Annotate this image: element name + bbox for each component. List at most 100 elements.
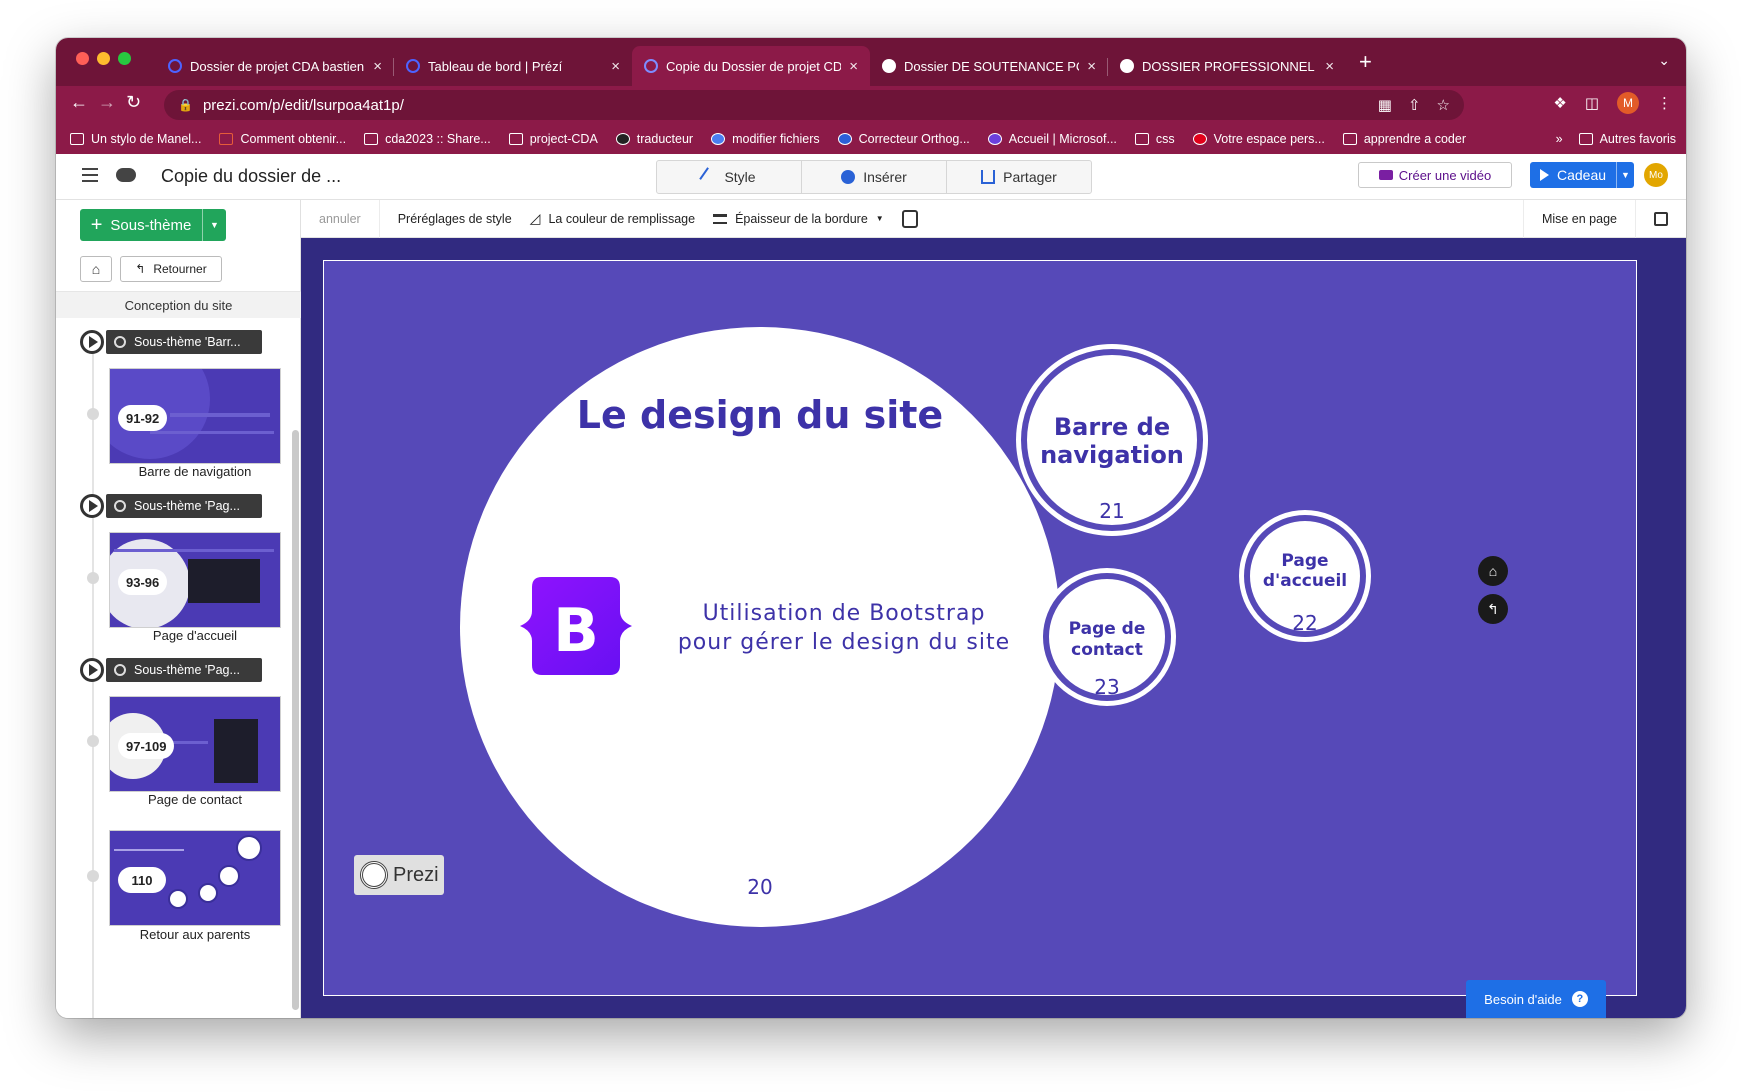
topic-page-contact[interactable]: Page de contact 23 xyxy=(1043,573,1171,701)
style-button[interactable]: Style xyxy=(657,161,802,193)
minimize-window-button[interactable] xyxy=(97,52,110,65)
slide-thumbnail[interactable]: 93-96 xyxy=(109,532,281,628)
bookmark-folder[interactable]: project-CDA xyxy=(508,132,598,146)
add-subtopic-button[interactable]: + Sous-thème ▼ xyxy=(80,209,226,241)
create-video-button[interactable]: Créer une vidéo xyxy=(1358,162,1512,188)
browser-tab[interactable]: Tableau de bord | Prézí × xyxy=(394,46,632,86)
gift-button[interactable]: Cadeau ▼ xyxy=(1530,162,1634,188)
bookmark-folder[interactable]: css xyxy=(1134,132,1175,146)
share-button[interactable]: Partager xyxy=(947,161,1091,193)
url-bar[interactable]: 🔒 prezi.com/p/edit/lsurpoa4at1p/ ▦ ⇧ ☆ xyxy=(164,90,1464,120)
notes-button[interactable] xyxy=(1636,200,1686,238)
topic-barre-navigation[interactable]: Barre de navigation 21 xyxy=(1021,349,1203,531)
close-tab-icon[interactable]: × xyxy=(373,58,382,75)
editor-canvas[interactable]: Le design du site B Utilisation de Boots… xyxy=(301,238,1686,1018)
bookmark-item[interactable]: Accueil | Microsof... xyxy=(987,132,1117,146)
slide-title[interactable]: Le design du site xyxy=(560,393,960,437)
extensions-puzzle-icon[interactable]: ❖ xyxy=(1553,94,1566,112)
topic-title: Barre de navigation xyxy=(1040,413,1184,469)
slide-body-text[interactable]: Utilisation de Bootstrap pour gérer le d… xyxy=(664,599,1024,657)
close-tab-icon[interactable]: × xyxy=(1325,58,1334,75)
help-button[interactable]: Besoin d'aide ? xyxy=(1466,980,1606,1018)
play-icon[interactable] xyxy=(80,658,104,682)
browser-tab[interactable]: DOSSIER PROFESSIONNEL (DP × xyxy=(1108,46,1346,86)
profile-avatar[interactable]: M xyxy=(1617,92,1639,114)
bootstrap-logo-icon[interactable]: B xyxy=(514,577,638,675)
bookmark-item[interactable]: cda2023 :: Share... xyxy=(364,132,491,146)
terminal-icon xyxy=(364,133,379,145)
forward-arrow-icon[interactable]: → xyxy=(98,92,116,113)
shape-button[interactable] xyxy=(901,200,936,238)
close-tab-icon[interactable]: × xyxy=(849,58,858,75)
thumbnail-label: Page d'accueil xyxy=(152,628,238,643)
style-presets-button[interactable]: Préréglages de style xyxy=(380,200,530,238)
back-arrow-icon[interactable]: ← xyxy=(70,92,88,113)
bookmark-star-icon[interactable]: ☆ xyxy=(1437,96,1450,114)
document-title[interactable]: Copie du dossier de ... xyxy=(161,166,341,187)
user-avatar[interactable]: Mo xyxy=(1644,163,1668,187)
browser-tab[interactable]: Dossier de projet CDA bastien × xyxy=(156,46,394,86)
fill-color-button[interactable]: ◿ La couleur de remplissage xyxy=(530,200,713,238)
folder-icon xyxy=(1578,133,1593,145)
share-icon[interactable]: ⇧ xyxy=(1408,96,1421,114)
bookmark-item[interactable]: modifier fichiers xyxy=(711,132,820,146)
close-tab-icon[interactable]: × xyxy=(1087,58,1096,75)
subtopic-icon xyxy=(114,500,126,512)
close-tab-icon[interactable]: × xyxy=(611,58,620,75)
translate-icon[interactable]: ▦ xyxy=(1378,96,1392,114)
bookmark-item[interactable]: Correcteur Orthog... xyxy=(837,132,970,146)
other-bookmarks-folder[interactable]: Autres favoris xyxy=(1578,132,1676,146)
prezi-favicon-icon xyxy=(168,59,182,73)
reload-icon[interactable]: ↻ xyxy=(126,92,141,113)
slide-range-badge: 93-96 xyxy=(118,569,168,595)
slide-thumbnail[interactable]: 110 xyxy=(109,830,281,926)
home-button[interactable]: ⌂ xyxy=(80,256,112,282)
subtopic-tag[interactable]: Sous-thème 'Pag... xyxy=(106,494,262,518)
bookmark-item[interactable]: Comment obtenir... xyxy=(219,132,346,146)
chevron-down-icon[interactable]: ▼ xyxy=(1616,162,1634,188)
browser-menu-icon[interactable]: ⋮ xyxy=(1657,94,1672,112)
subtopic-tag[interactable]: Sous-thème 'Pag... xyxy=(106,658,262,682)
bookmark-item[interactable]: traducteur xyxy=(615,132,693,146)
play-icon[interactable] xyxy=(80,494,104,518)
bookmark-site-icon xyxy=(837,133,852,145)
browser-window: Dossier de projet CDA bastien × Tableau … xyxy=(56,38,1686,1018)
bookmark-item[interactable]: Votre espace pers... xyxy=(1192,132,1325,146)
back-button[interactable]: ↰ Retourner xyxy=(120,256,222,282)
bookmarks-overflow-button[interactable]: » xyxy=(1556,132,1563,146)
bookmark-folder[interactable]: apprendre a coder xyxy=(1342,132,1466,146)
topic-number: 23 xyxy=(1094,675,1120,699)
bookmark-item[interactable]: Un stylo de Manel... xyxy=(70,132,201,146)
sidebar-scrollbar[interactable] xyxy=(292,430,299,1010)
canvas-back-button[interactable]: ↰ xyxy=(1478,594,1508,624)
globe-icon xyxy=(882,59,896,73)
insert-button[interactable]: Insérer xyxy=(802,161,947,193)
slide-thumbnail[interactable]: 91-92 xyxy=(109,368,281,464)
browser-tab-active[interactable]: Copie du Dossier de projet CDA × xyxy=(632,46,870,86)
cloud-saved-icon xyxy=(116,168,136,182)
topic-page-accueil[interactable]: Page d'accueil 22 xyxy=(1244,515,1366,637)
hamburger-menu-icon[interactable] xyxy=(82,168,98,186)
layout-button[interactable]: Mise en page xyxy=(1522,200,1636,238)
breadcrumb: Conception du site xyxy=(56,292,301,318)
home-icon: ⌂ xyxy=(1488,563,1498,579)
slide-frame[interactable]: Le design du site B Utilisation de Boots… xyxy=(323,260,1637,996)
close-window-button[interactable] xyxy=(76,52,89,65)
slide-range-badge: 91-92 xyxy=(118,405,168,431)
chevron-down-icon[interactable]: ▼ xyxy=(202,209,226,241)
undo-button[interactable]: annuler xyxy=(301,199,380,238)
browser-tab[interactable]: Dossier DE SOUTENANCE POUR × xyxy=(870,46,1108,86)
canvas-home-button[interactable]: ⌂ xyxy=(1478,556,1508,586)
side-panel-icon[interactable]: ◫ xyxy=(1585,94,1599,112)
new-tab-button[interactable]: + xyxy=(1359,49,1372,75)
play-icon[interactable] xyxy=(80,330,104,354)
slide-thumbnail[interactable]: 97-109 xyxy=(109,696,281,792)
border-width-button[interactable]: Épaisseur de la bordure ▼ xyxy=(713,200,902,238)
window-controls xyxy=(76,52,131,65)
maximize-window-button[interactable] xyxy=(118,52,131,65)
share-upload-icon xyxy=(981,170,996,184)
tab-search-chevron-icon[interactable]: ⌄ xyxy=(1658,52,1670,69)
subtopic-tag[interactable]: Sous-thème 'Barr... xyxy=(106,330,262,354)
mode-segment: Style Insérer Partager xyxy=(656,160,1092,194)
tab-title: Dossier de projet CDA bastien xyxy=(190,58,365,74)
